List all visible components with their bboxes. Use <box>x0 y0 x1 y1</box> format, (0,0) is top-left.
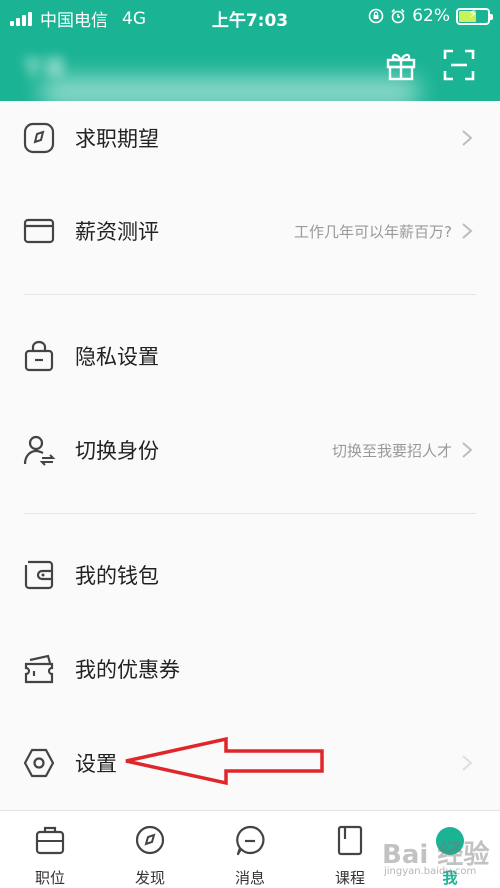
compass-icon <box>135 825 165 855</box>
menu-item-wallet[interactable]: 我的钱包 <box>0 545 500 605</box>
book-icon <box>337 825 363 856</box>
scan-icon[interactable] <box>442 48 476 82</box>
menu-item-privacy[interactable]: 隐私设置 <box>0 326 500 386</box>
tab-label: 消息 <box>234 869 265 887</box>
tab-messages[interactable]: 消息 <box>200 811 300 888</box>
menu-item-coupons[interactable]: 我的优惠券 <box>0 639 500 699</box>
chevron-right-icon <box>462 442 473 458</box>
card-icon <box>23 218 55 244</box>
tab-discover[interactable]: 发现 <box>100 811 200 888</box>
watermark-url: jingyan.baidu.com <box>384 866 477 877</box>
battery-charging-icon: ⚡ <box>456 7 493 25</box>
menu-item-salary-eval[interactable]: 薪资测评 工作几年可以年薪百万? <box>0 201 500 261</box>
blurred-region <box>40 78 420 106</box>
chevron-right-icon <box>462 755 473 771</box>
tab-jobs[interactable]: 职位 <box>0 811 100 888</box>
annotation-arrow-icon <box>125 736 324 786</box>
menu-label: 我的优惠券 <box>75 658 180 682</box>
battery-percent: 62% <box>412 6 450 26</box>
briefcase-icon <box>35 826 65 855</box>
menu-label: 设置 <box>75 752 117 776</box>
top-header: 中国电信 4G 上午7:03 62% ⚡ 字幕 <box>0 0 500 106</box>
coupon-icon <box>24 654 54 684</box>
menu-label: 隐私设置 <box>75 345 159 369</box>
menu-item-switch-role[interactable]: 切换身份 切换至我要招人才 <box>0 420 500 480</box>
compass-icon <box>23 122 55 154</box>
chevron-right-icon <box>462 223 473 239</box>
menu-label: 我的钱包 <box>75 564 159 588</box>
menu-label: 切换身份 <box>75 439 159 463</box>
menu-hint: 工作几年可以年薪百万? <box>294 222 452 241</box>
hexagon-settings-icon <box>23 748 55 778</box>
menu-hint: 切换至我要招人才 <box>331 441 452 460</box>
lock-bag-icon <box>24 340 54 372</box>
menu-item-job-expectation[interactable]: 求职期望 <box>0 108 500 168</box>
section-divider <box>24 513 476 514</box>
wallet-icon <box>24 560 54 590</box>
chat-icon <box>236 825 265 856</box>
status-bar: 中国电信 4G 上午7:03 62% ⚡ <box>0 0 500 34</box>
tab-label: 职位 <box>34 869 65 887</box>
tab-label: 发现 <box>134 869 165 887</box>
chevron-right-icon <box>462 130 473 146</box>
switch-user-icon <box>23 435 56 466</box>
menu-label: 薪资测评 <box>75 220 159 244</box>
section-divider <box>24 294 476 295</box>
menu-label: 求职期望 <box>75 127 159 151</box>
gift-icon[interactable] <box>384 48 418 82</box>
alarm-icon <box>391 8 405 24</box>
lock-rotation-icon <box>368 8 384 24</box>
